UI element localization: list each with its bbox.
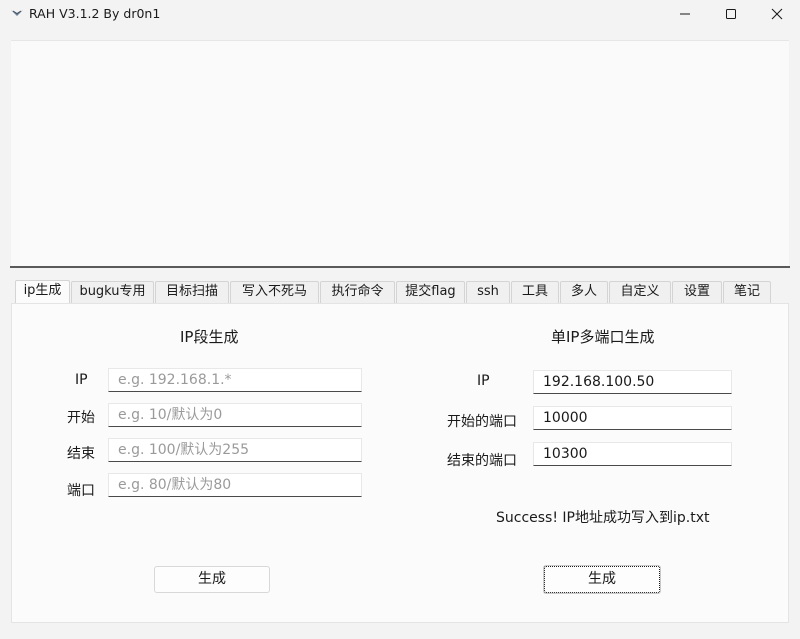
tab-write-shell[interactable]: 写入不死马 <box>230 281 319 303</box>
tab-notes[interactable]: 笔记 <box>723 281 771 303</box>
end-port-input[interactable]: 10300 <box>533 442 732 466</box>
start-port-input[interactable]: 10000 <box>533 406 732 430</box>
start-port-label: 开始的端口 <box>447 414 517 430</box>
generate-ip-range-button[interactable]: 生成 <box>154 566 270 593</box>
ip-range-title: IP段生成 <box>180 328 239 346</box>
tab-custom[interactable]: 自定义 <box>609 281 671 303</box>
single-ip-input[interactable]: 192.168.100.50 <box>533 370 732 394</box>
generate-ports-button[interactable]: 生成 <box>544 566 660 593</box>
tab-tools[interactable]: 工具 <box>511 281 559 303</box>
ip-range-input[interactable]: e.g. 192.168.1.* <box>108 368 362 392</box>
start-label: 开始 <box>67 410 95 426</box>
single-ip-ports-title: 单IP多端口生成 <box>551 328 655 346</box>
tab-exec-command[interactable]: 执行命令 <box>320 281 395 303</box>
tab-submit-flag[interactable]: 提交flag <box>396 281 465 303</box>
tab-bugku[interactable]: bugku专用 <box>71 281 154 303</box>
window-title: RAH V3.1.2 By dr0n1 <box>29 6 161 21</box>
end-label: 结束 <box>67 446 95 462</box>
status-message: Success! IP地址成功写入到ip.txt <box>496 510 710 526</box>
app-icon <box>11 10 23 16</box>
tab-target-scan[interactable]: 目标扫描 <box>155 281 229 303</box>
maximize-icon <box>726 9 736 19</box>
ip-label: IP <box>75 372 88 388</box>
maximize-button[interactable] <box>708 0 754 30</box>
minimize-icon <box>680 13 690 15</box>
title-bar: RAH V3.1.2 By dr0n1 <box>0 0 800 30</box>
tab-ssh[interactable]: ssh <box>466 281 510 303</box>
port-label: 端口 <box>67 483 95 499</box>
minimize-button[interactable] <box>662 0 708 30</box>
start-input[interactable]: e.g. 10/默认为0 <box>108 403 362 427</box>
splitter[interactable] <box>10 266 790 268</box>
tab-multi-user[interactable]: 多人 <box>560 281 608 303</box>
tab-ip-generate[interactable]: ip生成 <box>15 280 70 303</box>
output-textarea[interactable] <box>11 40 789 266</box>
port-input[interactable]: e.g. 80/默认为80 <box>108 473 362 497</box>
end-port-label: 结束的端口 <box>447 453 517 469</box>
close-icon <box>771 8 783 20</box>
end-input[interactable]: e.g. 100/默认为255 <box>108 438 362 462</box>
close-button[interactable] <box>754 0 800 30</box>
single-ip-label: IP <box>477 373 490 389</box>
tab-settings[interactable]: 设置 <box>672 281 722 303</box>
